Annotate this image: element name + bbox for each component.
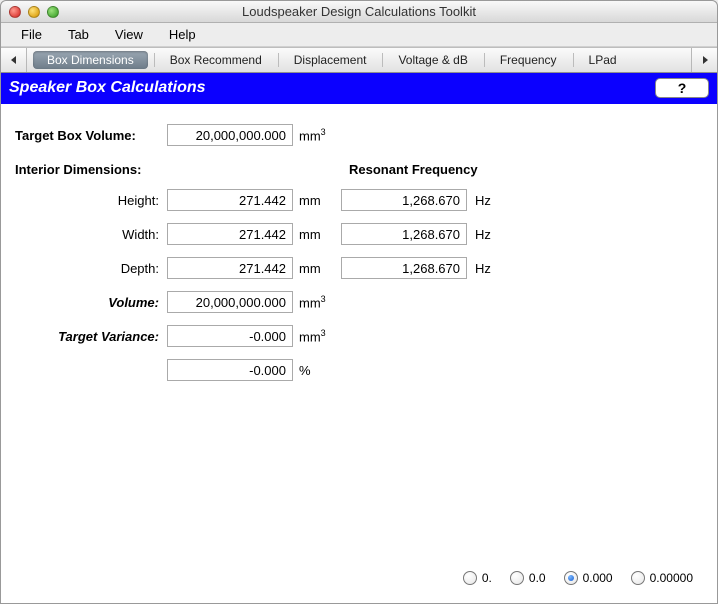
section-headers: Interior Dimensions: Resonant Frequency xyxy=(13,162,705,177)
unit-height-freq: Hz xyxy=(467,193,491,208)
panel-header: Speaker Box Calculations ? xyxy=(1,73,717,104)
panel-title: Speaker Box Calculations xyxy=(9,79,206,97)
label-variance: Target Variance: xyxy=(13,329,167,344)
input-variance-mm[interactable] xyxy=(167,325,293,347)
unit-height: mm xyxy=(293,193,335,208)
unit-variance-pct: % xyxy=(293,363,335,378)
menu-help[interactable]: Help xyxy=(157,24,208,45)
input-volume[interactable] xyxy=(167,291,293,313)
window-title: Loudspeaker Design Calculations Toolkit xyxy=(1,4,717,19)
tab-voltage-db[interactable]: Voltage & dB xyxy=(382,48,483,72)
close-button[interactable] xyxy=(9,6,21,18)
input-height[interactable] xyxy=(167,189,293,211)
row-depth: Depth: mm Hz xyxy=(13,251,705,285)
label-resonant-frequency: Resonant Frequency xyxy=(343,162,478,177)
radio-icon xyxy=(631,571,645,585)
row-variance-pct: % xyxy=(13,353,705,387)
label-depth: Depth: xyxy=(13,261,167,276)
row-variance-mm: Target Variance: mm3 xyxy=(13,319,705,353)
unit-target-volume: mm3 xyxy=(293,127,335,143)
precision-footer: 0. 0.0 0.000 0.00000 xyxy=(13,563,705,595)
radio-icon xyxy=(564,571,578,585)
row-target-volume: Target Box Volume: mm3 xyxy=(13,118,705,152)
input-height-freq[interactable] xyxy=(341,189,467,211)
tab-scroll-right[interactable] xyxy=(691,48,717,72)
input-width[interactable] xyxy=(167,223,293,245)
row-width: Width: mm Hz xyxy=(13,217,705,251)
radio-icon xyxy=(510,571,524,585)
label-interior-dimensions: Interior Dimensions: xyxy=(13,162,343,177)
precision-option-1[interactable]: 0.0 xyxy=(510,571,546,585)
input-depth-freq[interactable] xyxy=(341,257,467,279)
input-width-freq[interactable] xyxy=(341,223,467,245)
titlebar: Loudspeaker Design Calculations Toolkit xyxy=(1,1,717,23)
radio-icon xyxy=(463,571,477,585)
menubar: File Tab View Help xyxy=(1,23,717,47)
label-width: Width: xyxy=(13,227,167,242)
input-target-volume[interactable] xyxy=(167,124,293,146)
tabstrip: Box Dimensions Box Recommend Displacemen… xyxy=(1,47,717,73)
tab-displacement[interactable]: Displacement xyxy=(278,48,383,72)
precision-option-2[interactable]: 0.000 xyxy=(564,571,613,585)
label-height: Height: xyxy=(13,193,167,208)
precision-option-0[interactable]: 0. xyxy=(463,571,492,585)
precision-option-3[interactable]: 0.00000 xyxy=(631,571,693,585)
help-button[interactable]: ? xyxy=(655,78,709,98)
unit-width-freq: Hz xyxy=(467,227,491,242)
menu-tab[interactable]: Tab xyxy=(56,24,101,45)
row-height: Height: mm Hz xyxy=(13,183,705,217)
traffic-lights xyxy=(1,6,59,18)
tab-frequency[interactable]: Frequency xyxy=(484,48,573,72)
tabs: Box Dimensions Box Recommend Displacemen… xyxy=(27,48,691,72)
app-window: Loudspeaker Design Calculations Toolkit … xyxy=(0,0,718,604)
tab-box-recommend[interactable]: Box Recommend xyxy=(154,48,278,72)
input-depth[interactable] xyxy=(167,257,293,279)
row-volume: Volume: mm3 xyxy=(13,285,705,319)
menu-file[interactable]: File xyxy=(9,24,54,45)
label-volume: Volume: xyxy=(13,295,167,310)
tab-scroll-left[interactable] xyxy=(1,48,27,72)
input-variance-pct[interactable] xyxy=(167,359,293,381)
form-area: Target Box Volume: mm3 Interior Dimensio… xyxy=(13,118,705,563)
tab-box-dimensions[interactable]: Box Dimensions xyxy=(33,51,148,69)
unit-width: mm xyxy=(293,227,335,242)
unit-depth: mm xyxy=(293,261,335,276)
minimize-button[interactable] xyxy=(28,6,40,18)
unit-variance-mm: mm3 xyxy=(293,328,335,344)
menu-view[interactable]: View xyxy=(103,24,155,45)
unit-depth-freq: Hz xyxy=(467,261,491,276)
tab-lpad[interactable]: LPad xyxy=(573,48,633,72)
unit-volume: mm3 xyxy=(293,294,335,310)
zoom-button[interactable] xyxy=(47,6,59,18)
content-area: Target Box Volume: mm3 Interior Dimensio… xyxy=(1,104,717,603)
label-target-volume: Target Box Volume: xyxy=(13,128,167,143)
